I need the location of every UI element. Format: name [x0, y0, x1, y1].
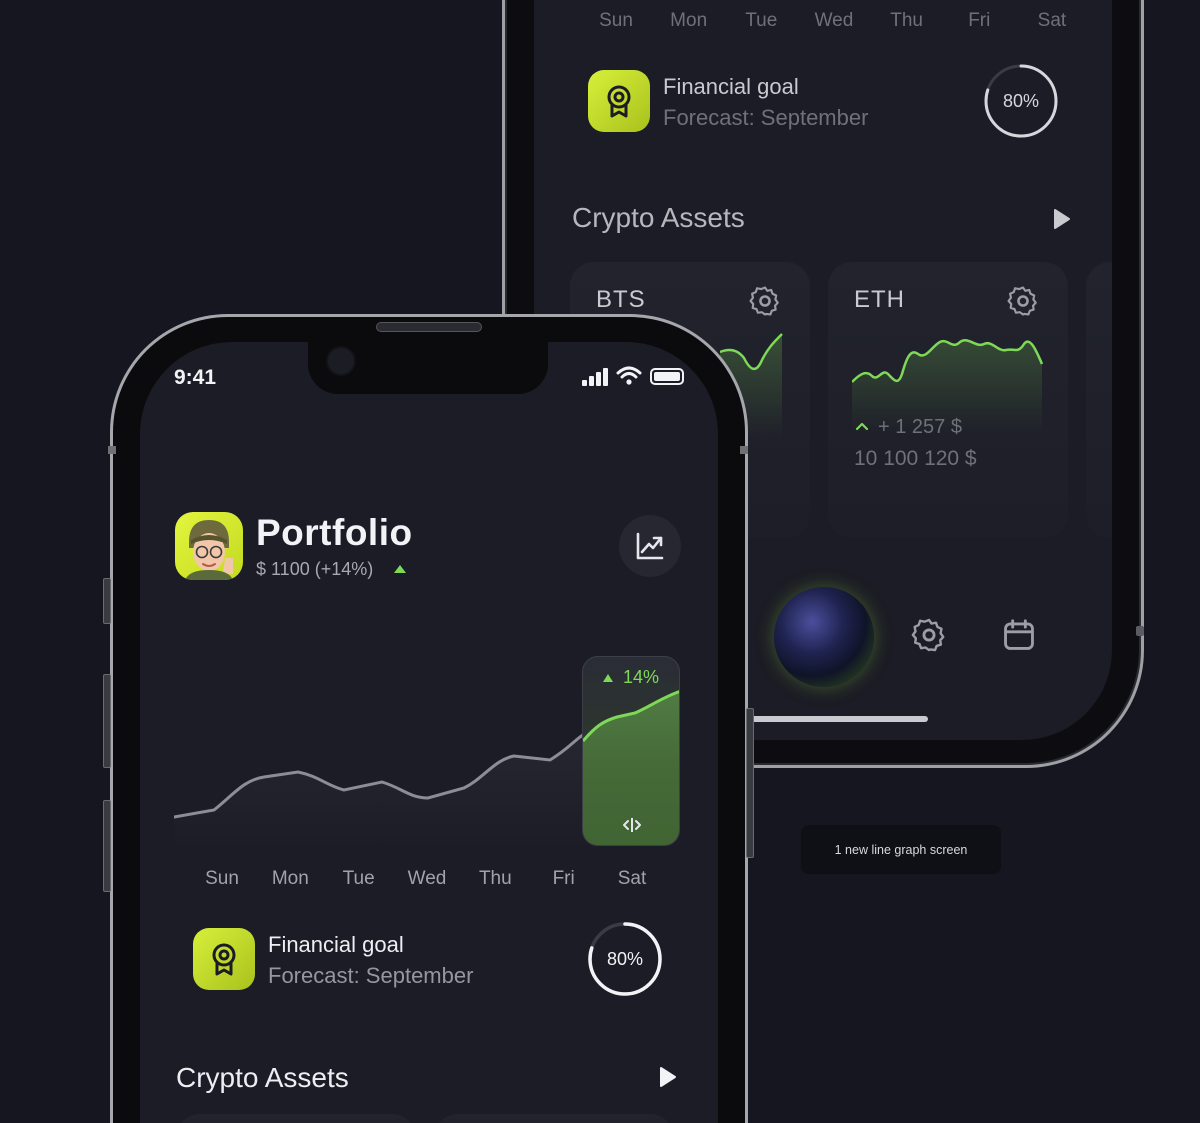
crypto-play-button[interactable] — [658, 1066, 678, 1093]
back-day-label: Sun — [599, 10, 633, 31]
antenna-band — [740, 446, 748, 454]
goal-percent: 80% — [606, 948, 644, 969]
camera-notch — [308, 342, 548, 394]
back-day-label: Sat — [1037, 10, 1067, 31]
play-icon — [1054, 209, 1070, 229]
back-goal-progress-ring: 80% — [982, 62, 1060, 140]
page-title: Portfolio — [256, 512, 413, 553]
avatar[interactable] — [175, 512, 243, 580]
day-label: Tue — [342, 868, 375, 889]
front-day-labels: Sun Mon Tue Wed Thu Fri Sat — [196, 868, 658, 890]
antenna-band — [108, 446, 116, 454]
back-crypto-play-button[interactable] — [1052, 208, 1072, 235]
play-icon — [660, 1067, 676, 1087]
back-goal-title: Financial goal — [663, 74, 799, 99]
calendar-icon[interactable] — [1000, 616, 1038, 654]
back-goal-forecast: Forecast: September — [663, 105, 869, 130]
award-icon — [212, 943, 236, 976]
power-button — [746, 708, 754, 858]
back-day-label: Tue — [745, 10, 778, 31]
portfolio-balance: $ 1100 (+14%) — [256, 559, 374, 579]
chevron-up-icon — [855, 422, 869, 431]
tab-home-orb[interactable] — [774, 587, 874, 687]
gear-icon[interactable] — [910, 616, 948, 654]
goal-forecast: Forecast: September — [268, 963, 474, 988]
back-day-label: Mon — [670, 10, 708, 31]
back-day-label: Fri — [968, 10, 991, 31]
wifi-icon — [616, 366, 642, 385]
back-asset-card-eth[interactable]: ETH + 1 257 $ 10 100 120 $ — [828, 262, 1068, 538]
day-label: Wed — [407, 868, 447, 889]
asset-card-partial[interactable] — [434, 1114, 674, 1123]
day-label: Fri — [552, 868, 575, 889]
gear-icon[interactable] — [748, 284, 782, 318]
day-label: Sat — [617, 868, 647, 889]
back-day-label: Wed — [814, 10, 854, 31]
trending-up-icon — [636, 532, 664, 560]
day-label: Thu — [478, 868, 512, 889]
drag-handle-icon[interactable] — [621, 817, 643, 833]
triangle-up-icon — [603, 674, 613, 682]
silent-switch — [103, 578, 111, 624]
chart-highlight-column[interactable]: 14% — [582, 656, 680, 846]
back-asset-card-partial[interactable] — [1086, 262, 1112, 538]
front-phone-screen: 9:41 Portfolio $ 1100 (+14%) 14% Sun Mon… — [140, 342, 718, 1123]
home-indicator — [740, 716, 928, 722]
volume-down-button — [103, 800, 111, 892]
goal-progress-ring: 80% — [586, 920, 664, 998]
asset-card-partial[interactable] — [176, 1114, 416, 1123]
back-day-label: Thu — [890, 10, 923, 31]
back-goal-icon — [588, 70, 650, 132]
status-time: 9:41 — [174, 366, 217, 389]
day-label: Sun — [205, 868, 239, 889]
back-day-labels: Sun Mon Tue Wed Thu Fri Sat — [590, 10, 1078, 32]
back-phone-side-button — [1136, 626, 1144, 636]
cellular-signal-icon — [582, 368, 608, 386]
front-camera — [326, 346, 356, 376]
memoji-avatar-icon — [185, 520, 233, 580]
asset-name: ETH — [854, 286, 905, 313]
trend-chart-button[interactable] — [619, 515, 681, 577]
award-icon — [607, 85, 631, 118]
goal-icon — [193, 928, 255, 990]
back-crypto-title: Crypto Assets — [572, 202, 745, 233]
asset-change: + 1 257 $ — [878, 416, 962, 438]
goal-title: Financial goal — [268, 932, 404, 957]
day-label: Mon — [271, 868, 309, 889]
asset-value: 10 100 120 $ — [854, 447, 977, 470]
speaker-grille — [376, 322, 482, 332]
asset-name: BTS — [596, 286, 646, 313]
gear-icon[interactable] — [1006, 284, 1040, 318]
chart-highlight-percent: 14% — [623, 667, 660, 687]
triangle-up-icon — [394, 565, 406, 573]
volume-up-button — [103, 674, 111, 768]
battery-icon — [650, 368, 684, 385]
note-label: 1 new line graph screen — [801, 825, 1001, 874]
crypto-assets-title: Crypto Assets — [176, 1062, 349, 1093]
back-goal-percent: 80% — [1002, 90, 1040, 111]
